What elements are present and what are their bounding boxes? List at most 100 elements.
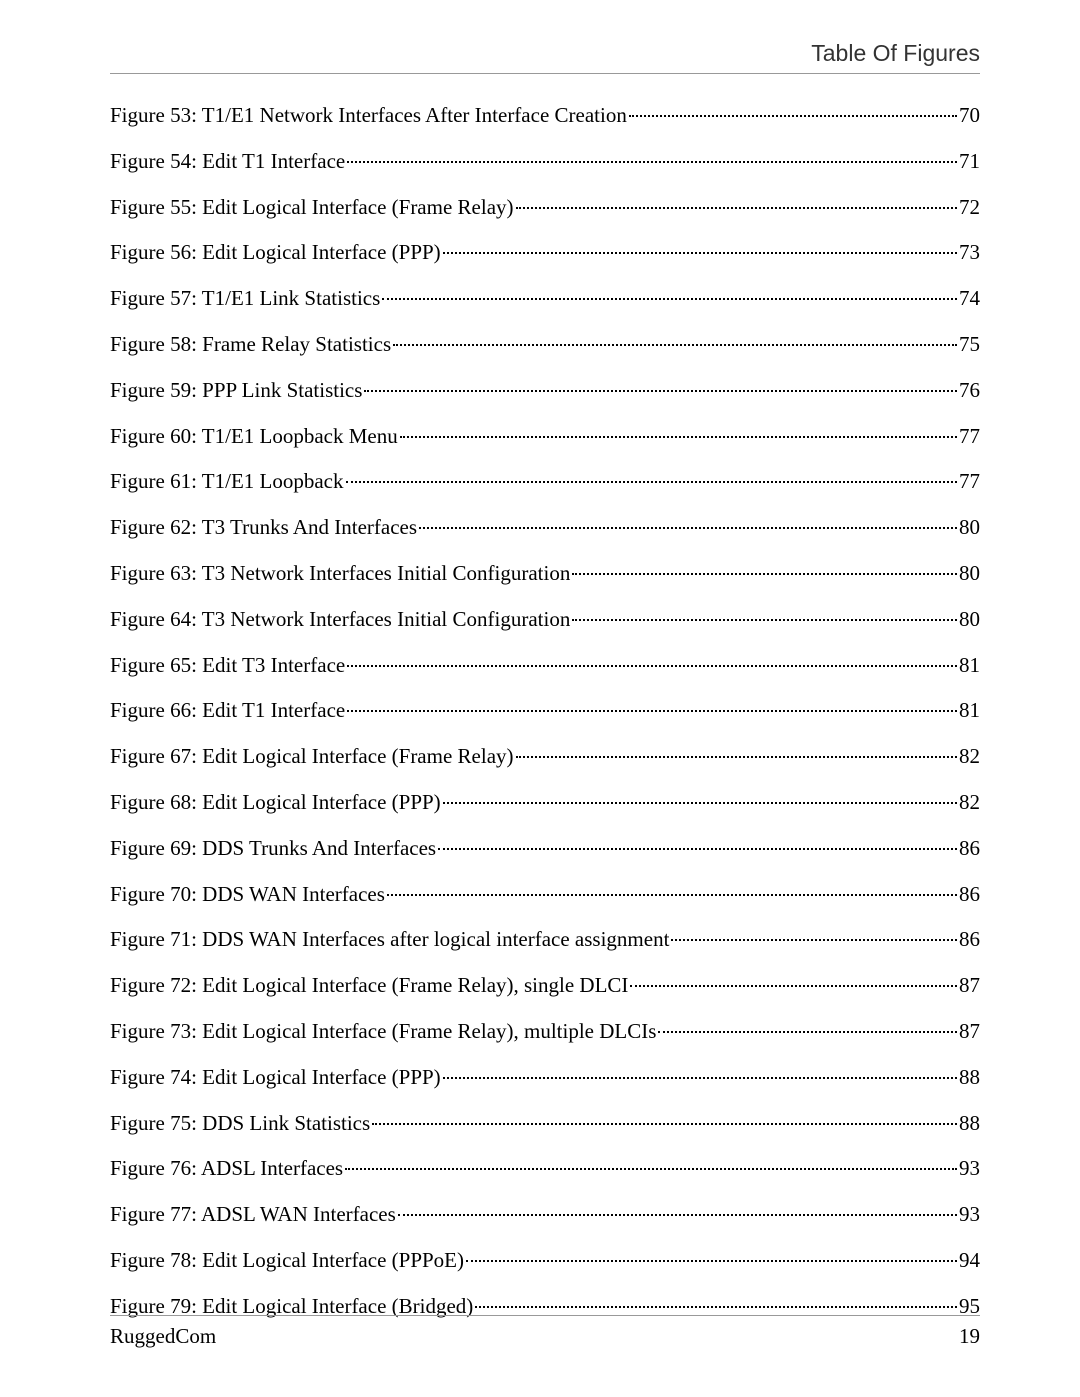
toc-entry-label: Figure 66: Edit T1 Interface (110, 697, 345, 724)
toc-entry-label: Figure 76: ADSL Interfaces (110, 1155, 343, 1182)
toc-entry-label: Figure 77: ADSL WAN Interfaces (110, 1201, 396, 1228)
toc-entry: Figure 69: DDS Trunks And Interfaces 86 (110, 835, 980, 862)
toc-leader-dots (400, 436, 957, 438)
toc-entry: Figure 74: Edit Logical Interface (PPP) 8… (110, 1064, 980, 1091)
toc-entry-label: Figure 64: T3 Network Interfaces Initial… (110, 606, 570, 633)
toc-entry-label: Figure 70: DDS WAN Interfaces (110, 881, 385, 908)
toc-leader-dots (382, 298, 957, 300)
toc-leader-dots (658, 1031, 957, 1033)
toc-entry: Figure 55: Edit Logical Interface (Frame… (110, 194, 980, 221)
toc-leader-dots (466, 1260, 957, 1262)
toc-entry: Figure 71: DDS WAN Interfaces after logi… (110, 926, 980, 953)
toc-entry-page: 75 (959, 331, 980, 358)
toc-entry: Figure 59: PPP Link Statistics 76 (110, 377, 980, 404)
toc-entry: Figure 75: DDS Link Statistics 88 (110, 1110, 980, 1137)
toc-entry-label: Figure 67: Edit Logical Interface (Frame… (110, 743, 514, 770)
toc-entry-page: 88 (959, 1110, 980, 1137)
toc-entry-page: 86 (959, 926, 980, 953)
toc-entry-label: Figure 55: Edit Logical Interface (Frame… (110, 194, 514, 221)
toc-entry-page: 81 (959, 652, 980, 679)
toc-leader-dots (572, 619, 957, 621)
toc-entry: Figure 73: Edit Logical Interface (Frame… (110, 1018, 980, 1045)
toc-entry-label: Figure 71: DDS WAN Interfaces after logi… (110, 926, 669, 953)
toc-entry-label: Figure 69: DDS Trunks And Interfaces (110, 835, 436, 862)
footer-page-number: 19 (959, 1324, 980, 1349)
toc-leader-dots (671, 939, 957, 941)
toc-entry-page: 76 (959, 377, 980, 404)
toc-entry: Figure 78: Edit Logical Interface (PPPoE… (110, 1247, 980, 1274)
toc-leader-dots (347, 665, 957, 667)
toc-entry: Figure 58: Frame Relay Statistics 75 (110, 331, 980, 358)
toc-entry-page: 87 (959, 1018, 980, 1045)
toc-leader-dots (443, 1077, 957, 1079)
toc-entry: Figure 64: T3 Network Interfaces Initial… (110, 606, 980, 633)
toc-entry-label: Figure 72: Edit Logical Interface (Frame… (110, 972, 628, 999)
toc-entry-page: 80 (959, 560, 980, 587)
toc-entry-label: Figure 65: Edit T3 Interface (110, 652, 345, 679)
toc-entry-page: 86 (959, 881, 980, 908)
toc-entry-label: Figure 53: T1/E1 Network Interfaces Afte… (110, 102, 627, 129)
toc-leader-dots (629, 115, 957, 117)
toc-leader-dots (475, 1306, 957, 1308)
toc-leader-dots (346, 481, 958, 483)
toc-entry: Figure 66: Edit T1 Interface 81 (110, 697, 980, 724)
toc-leader-dots (372, 1123, 957, 1125)
toc-entry-label: Figure 61: T1/E1 Loopback (110, 468, 344, 495)
toc-entry-page: 73 (959, 239, 980, 266)
toc-leader-dots (398, 1214, 957, 1216)
toc-leader-dots (572, 573, 957, 575)
toc-entry: Figure 60: T1/E1 Loopback Menu 77 (110, 423, 980, 450)
toc-entry-label: Figure 73: Edit Logical Interface (Frame… (110, 1018, 656, 1045)
toc-leader-dots (438, 848, 957, 850)
toc-entry-page: 72 (959, 194, 980, 221)
toc-entry: Figure 54: Edit T1 Interface 71 (110, 148, 980, 175)
toc-entry: Figure 77: ADSL WAN Interfaces 93 (110, 1201, 980, 1228)
toc-leader-dots (347, 710, 957, 712)
page-footer: RuggedCom 19 (110, 1315, 980, 1349)
page-header: Table Of Figures (110, 40, 980, 74)
toc-entry-label: Figure 54: Edit T1 Interface (110, 148, 345, 175)
toc-leader-dots (347, 161, 957, 163)
toc-leader-dots (516, 207, 957, 209)
toc-leader-dots (516, 756, 957, 758)
toc-entry: Figure 56: Edit Logical Interface (PPP)7… (110, 239, 980, 266)
toc-entry-label: Figure 63: T3 Network Interfaces Initial… (110, 560, 570, 587)
toc-leader-dots (419, 527, 957, 529)
toc-leader-dots (345, 1168, 957, 1170)
toc-entry: Figure 53: T1/E1 Network Interfaces Afte… (110, 102, 980, 129)
toc-leader-dots (630, 985, 957, 987)
toc-entry-label: Figure 57: T1/E1 Link Statistics (110, 285, 380, 312)
toc-entry-page: 77 (959, 423, 980, 450)
toc-entry-label: Figure 59: PPP Link Statistics (110, 377, 362, 404)
toc-entry: Figure 65: Edit T3 Interface 81 (110, 652, 980, 679)
toc-entry-label: Figure 58: Frame Relay Statistics (110, 331, 391, 358)
toc-entry-page: 80 (959, 606, 980, 633)
toc-leader-dots (393, 344, 957, 346)
table-of-figures-list: Figure 53: T1/E1 Network Interfaces Afte… (110, 102, 980, 1320)
toc-entry-page: 86 (959, 835, 980, 862)
toc-entry-page: 93 (959, 1201, 980, 1228)
toc-leader-dots (364, 390, 957, 392)
toc-entry-label: Figure 60: T1/E1 Loopback Menu (110, 423, 398, 450)
toc-entry-label: Figure 62: T3 Trunks And Interfaces (110, 514, 417, 541)
toc-entry: Figure 76: ADSL Interfaces93 (110, 1155, 980, 1182)
toc-entry-page: 74 (959, 285, 980, 312)
toc-entry: Figure 72: Edit Logical Interface (Frame… (110, 972, 980, 999)
toc-entry-page: 71 (959, 148, 980, 175)
toc-entry-label: Figure 75: DDS Link Statistics (110, 1110, 370, 1137)
toc-entry: Figure 70: DDS WAN Interfaces 86 (110, 881, 980, 908)
toc-entry: Figure 68: Edit Logical Interface (PPP)8… (110, 789, 980, 816)
toc-entry-page: 94 (959, 1247, 980, 1274)
toc-entry-page: 81 (959, 697, 980, 724)
toc-entry-label: Figure 78: Edit Logical Interface (PPPoE… (110, 1247, 464, 1274)
toc-entry-label: Figure 68: Edit Logical Interface (PPP) (110, 789, 441, 816)
toc-entry: Figure 57: T1/E1 Link Statistics 74 (110, 285, 980, 312)
toc-entry-page: 82 (959, 743, 980, 770)
toc-entry: Figure 63: T3 Network Interfaces Initial… (110, 560, 980, 587)
toc-leader-dots (387, 894, 957, 896)
toc-entry-page: 87 (959, 972, 980, 999)
toc-entry: Figure 67: Edit Logical Interface (Frame… (110, 743, 980, 770)
toc-entry-page: 88 (959, 1064, 980, 1091)
toc-entry: Figure 61: T1/E1 Loopback77 (110, 468, 980, 495)
toc-entry-label: Figure 74: Edit Logical Interface (PPP) (110, 1064, 441, 1091)
